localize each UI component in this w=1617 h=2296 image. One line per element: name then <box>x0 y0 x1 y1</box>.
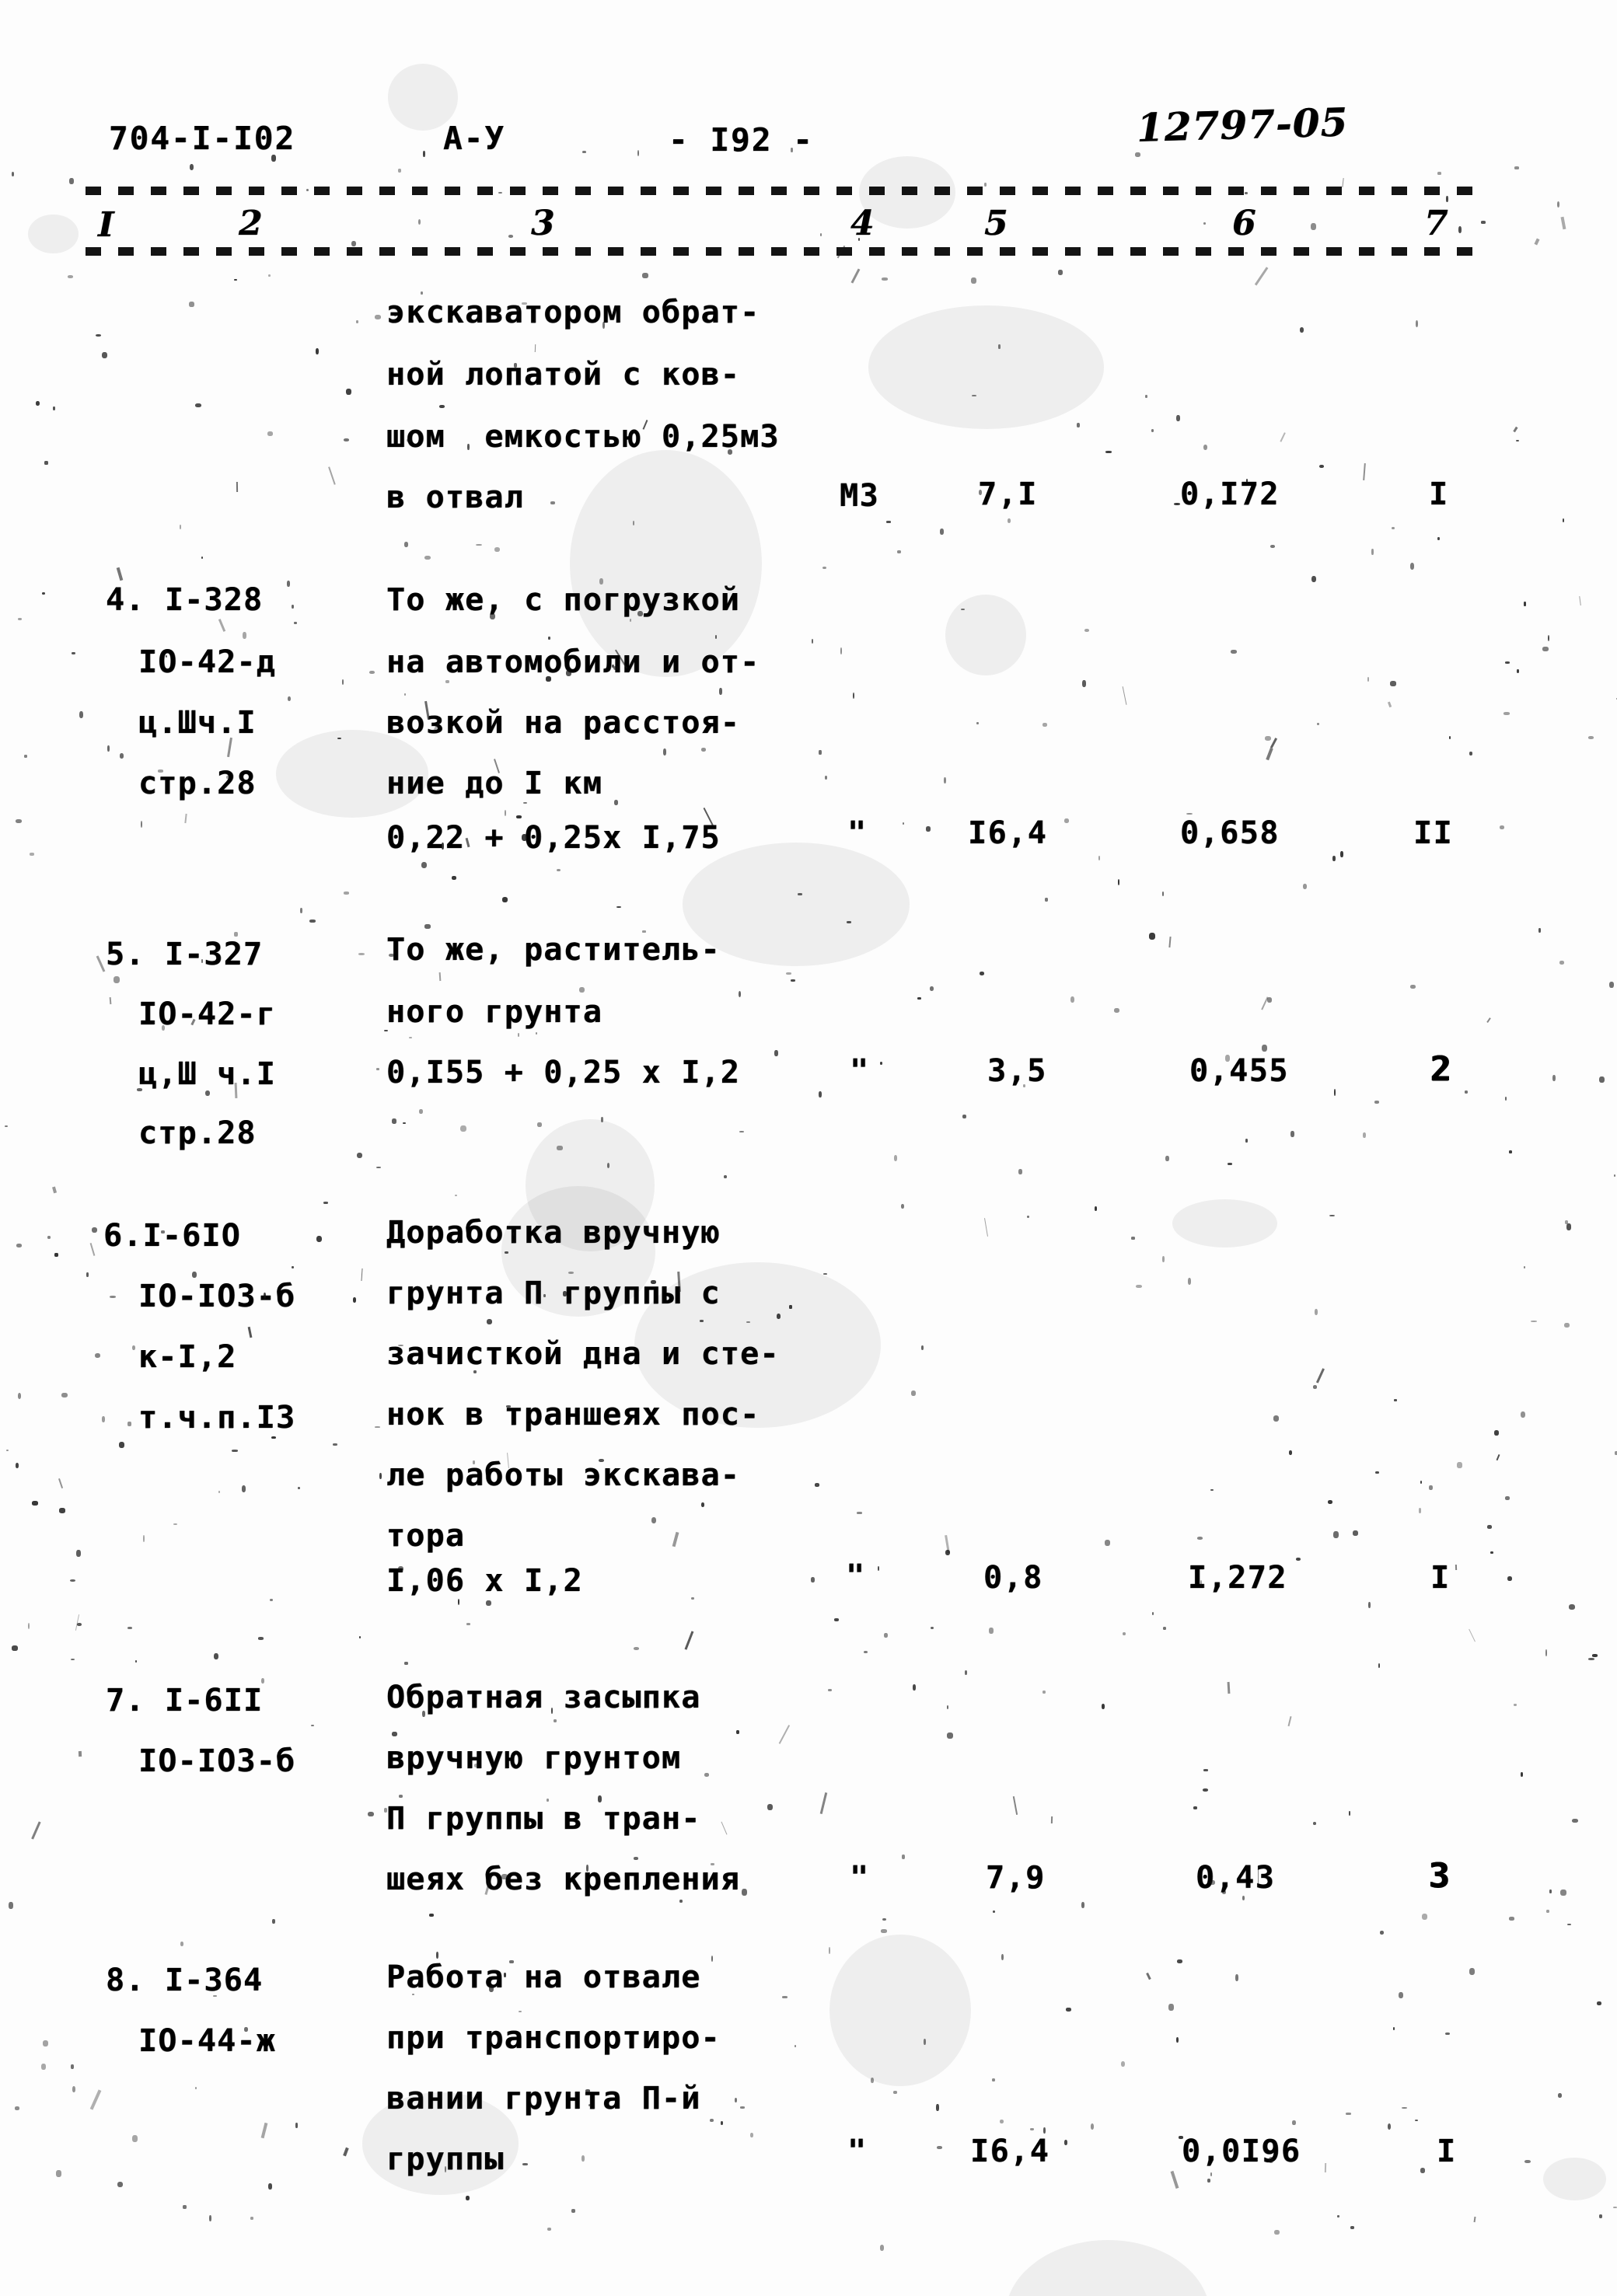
quantity-cell: 7,I <box>978 476 1038 512</box>
quantity-cell: 7,9 <box>986 1860 1046 1896</box>
description-line: зачисткой дна и сте- <box>386 1336 780 1372</box>
unit-cell: " <box>846 1558 866 1594</box>
column-number-7: 7 <box>1424 204 1449 243</box>
code-line: 7. I-6II <box>106 1683 264 1719</box>
group-cell: I <box>1430 1560 1451 1596</box>
unit-cell: " <box>850 1053 870 1089</box>
scanned-document-page: 704-I-I02 А-У - I92 - 12797-05 I 2 3 4 5… <box>0 0 1617 2296</box>
code-line: IО-IО3-б <box>138 1279 296 1314</box>
code-line: IО-42-д <box>138 644 276 680</box>
norm-cell: 0,43 <box>1196 1860 1276 1896</box>
column-number-2: 2 <box>239 204 264 243</box>
description-line: Доработка вручную <box>386 1215 721 1251</box>
description-line: П группы в тран- <box>386 1801 701 1837</box>
description-line: Обратная засыпка <box>386 1680 701 1715</box>
norm-cell: 0,0I96 <box>1182 2134 1301 2169</box>
code-line: ц.Шч.I <box>138 705 257 741</box>
description-line: на автомобили и от- <box>386 644 760 680</box>
code-line: т.ч.п.I3 <box>138 1400 296 1436</box>
unit-cell: " <box>850 1860 870 1896</box>
norm-cell: 0,658 <box>1180 815 1280 851</box>
code-line: стр.28 <box>138 1115 257 1151</box>
description-line: шеях без крепления <box>386 1862 741 1897</box>
group-cell: I <box>1429 476 1449 512</box>
description-line: ного грунта <box>386 994 603 1030</box>
quantity-cell: I6,4 <box>970 2134 1050 2169</box>
unit-cell: " <box>847 815 868 851</box>
code-line: IО-42-г <box>138 996 276 1032</box>
description-line: ние до I км <box>386 766 603 801</box>
description-line: вании грунта П-й <box>386 2081 701 2116</box>
table-rule-bottom <box>86 247 1477 256</box>
code-line: 4. I-328 <box>106 582 264 618</box>
code-line: 6.I-6IО <box>103 1218 241 1254</box>
quantity-cell: I6,4 <box>968 815 1048 851</box>
group-cell: I <box>1437 2134 1457 2169</box>
column-number-4: 4 <box>850 204 875 243</box>
code-line: IО-IО3-б <box>138 1743 296 1779</box>
description-line: вручную грунтом <box>386 1740 682 1776</box>
description-line: Работа на отвале <box>386 1959 701 1995</box>
code-line: 5. I-327 <box>106 937 264 972</box>
unit-cell: М3 <box>840 478 880 514</box>
group-cell: 2 <box>1430 1049 1452 1089</box>
description-line: грунта П группы с <box>386 1275 721 1311</box>
description-line: 0,22 + 0,25х I,75 <box>386 820 721 856</box>
description-line: возкой на расстоя- <box>386 705 741 741</box>
column-number-5: 5 <box>984 204 1009 243</box>
code-line: IО-44-ж <box>138 2023 276 2059</box>
stamp-number: 12797-05 <box>1136 99 1350 151</box>
description-line: ной лопатой с ков- <box>386 357 741 393</box>
description-line: в отвал <box>386 480 524 515</box>
code-line: к-I,2 <box>138 1339 237 1375</box>
group-cell: 3 <box>1429 1856 1451 1896</box>
page-number: - I92 - <box>669 121 814 159</box>
description-line: 0,I55 + 0,25 х I,2 <box>386 1055 741 1090</box>
norm-cell: 0,I72 <box>1180 476 1280 512</box>
code-line: 8. I-364 <box>106 1963 264 1998</box>
column-number-3: 3 <box>531 204 556 243</box>
description-line: экскаватором обрат- <box>386 295 760 330</box>
section-code: А-У <box>443 120 506 157</box>
norm-cell: 0,455 <box>1189 1053 1289 1089</box>
code-line: стр.28 <box>138 766 257 801</box>
description-line: I,06 х I,2 <box>386 1563 583 1599</box>
description-line: ле работы экскава- <box>386 1457 741 1493</box>
document-code: 704-I-I02 <box>109 120 296 157</box>
norm-cell: I,272 <box>1188 1560 1287 1596</box>
description-line: шом емкостью 0,25м3 <box>386 419 780 455</box>
group-cell: II <box>1413 815 1454 851</box>
column-number-6: 6 <box>1232 204 1257 243</box>
description-line: тора <box>386 1518 466 1554</box>
description-line: группы <box>386 2141 505 2177</box>
quantity-cell: 0,8 <box>983 1560 1043 1596</box>
unit-cell: " <box>847 2134 868 2169</box>
description-line: То же, с погрузкой <box>386 582 741 618</box>
description-line: То же, раститель- <box>386 932 721 968</box>
column-number-1: I <box>98 205 115 245</box>
quantity-cell: 3,5 <box>987 1053 1047 1089</box>
table-rule-top <box>86 187 1477 195</box>
description-line: при транспортиро- <box>386 2020 721 2056</box>
code-line: ц,Ш ч.I <box>138 1056 276 1092</box>
description-line: нок в траншеях пос- <box>386 1397 760 1432</box>
